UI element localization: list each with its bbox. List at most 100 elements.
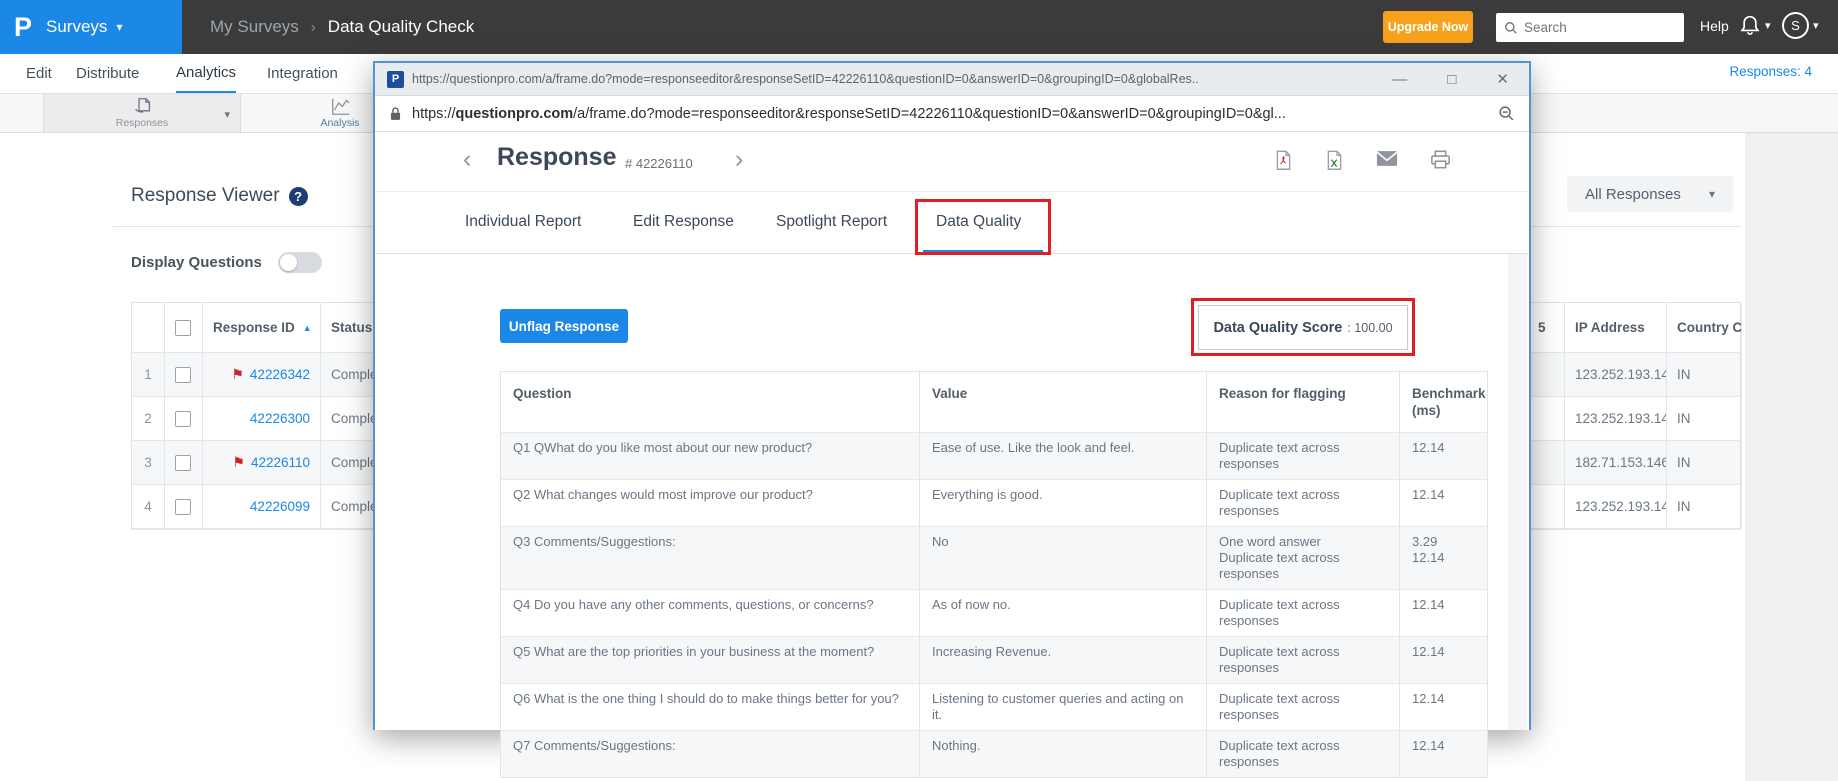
product-switcher[interactable]: P Surveys ▾ (0, 0, 182, 54)
row-checkbox[interactable] (175, 455, 191, 471)
value-cell: Increasing Revenue. (920, 637, 1207, 683)
value-cell: Everything is good. (920, 480, 1207, 526)
reason-cell: One word answer Duplicate text across re… (1207, 527, 1400, 589)
header-question: Question (501, 372, 920, 432)
row-number: 3 (132, 441, 165, 484)
value-cell: As of now no. (920, 590, 1207, 636)
pdf-icon (1274, 150, 1293, 171)
minimize-icon[interactable]: — (1392, 71, 1407, 88)
header-benchmark: Benchmark (ms) (1400, 372, 1489, 432)
row-number: 2 (132, 397, 165, 440)
help-icon[interactable]: ? (289, 187, 308, 206)
data-quality-score-value: : 100.00 (1347, 321, 1392, 335)
account-menu[interactable]: S ▾ (1782, 12, 1819, 39)
tab-individual-report[interactable]: Individual Report (465, 213, 581, 231)
country-cell: IN (1667, 441, 1742, 484)
tab-distribute[interactable]: Distribute (76, 54, 139, 93)
display-questions-toggle[interactable] (278, 252, 322, 273)
tab-spotlight-report[interactable]: Spotlight Report (776, 213, 887, 231)
country-cell: IN (1667, 397, 1742, 440)
response-id-label: # 42226110 (625, 156, 693, 171)
help-link[interactable]: Help (1700, 18, 1729, 34)
header-country[interactable]: Country Co (1667, 303, 1742, 352)
table-row[interactable]: 123.252.193.148 IN (1496, 485, 1740, 529)
notifications-button[interactable]: ▾ (1740, 14, 1771, 36)
responses-count-link[interactable]: Responses: 4 (1729, 64, 1812, 79)
previous-response-button[interactable]: ‹ (463, 145, 471, 174)
zoom-out-icon[interactable] (1498, 105, 1515, 122)
row-number: 1 (132, 353, 165, 396)
search-input[interactable] (1524, 20, 1664, 35)
app-root: P Surveys ▾ My Surveys › Data Quality Ch… (0, 0, 1838, 781)
next-response-button[interactable]: › (735, 145, 743, 174)
country-cell: IN (1667, 353, 1742, 396)
tab-integration[interactable]: Integration (267, 54, 338, 93)
tab-edit[interactable]: Edit (26, 54, 52, 93)
unflag-response-button[interactable]: Unflag Response (500, 309, 628, 343)
print-button[interactable] (1430, 150, 1451, 171)
email-button[interactable] (1376, 150, 1398, 171)
export-pdf-button[interactable] (1274, 150, 1293, 171)
avatar: S (1782, 12, 1809, 39)
flag-icon: ⚑ (231, 366, 244, 383)
table-row: Q4 Do you have any other comments, quest… (501, 589, 1487, 636)
table-row[interactable]: 123.252.193.148 IN (1496, 353, 1740, 397)
table-row: Q1 QWhat do you like most about our new … (501, 432, 1487, 479)
global-search[interactable] (1496, 13, 1684, 42)
search-icon (1504, 21, 1518, 35)
window-titlebar[interactable]: P https://questionpro.com/a/frame.do?mod… (375, 63, 1529, 96)
modal-scrollbar[interactable] (1508, 254, 1527, 730)
all-responses-dropdown[interactable]: All Responses ▾ (1567, 176, 1733, 212)
ip-cell: 123.252.193.148 (1565, 353, 1667, 396)
table-row: Q5 What are the top priorities in your b… (501, 636, 1487, 683)
tab-analytics[interactable]: Analytics (176, 54, 236, 93)
close-icon[interactable]: ✕ (1496, 70, 1509, 88)
maximize-icon[interactable]: □ (1447, 71, 1456, 88)
chevron-down-icon: ▾ (1813, 19, 1819, 32)
tab-edit-response[interactable]: Edit Response (633, 213, 734, 231)
breadcrumb: My Surveys › Data Quality Check (210, 0, 474, 54)
row-checkbox[interactable] (175, 411, 191, 427)
tab-data-quality[interactable]: Data Quality (936, 213, 1021, 231)
question-cell: Q5 What are the top priorities in your b… (501, 637, 920, 683)
benchmark-cell: 12.14 (1400, 433, 1489, 479)
country-cell: IN (1667, 485, 1742, 528)
header-ip-address[interactable]: IP Address (1565, 303, 1667, 352)
table-row: Q2 What changes would most improve our p… (501, 479, 1487, 526)
table-row[interactable]: 123.252.193.148 IN (1496, 397, 1740, 441)
response-id-link[interactable]: 42226342 (250, 367, 310, 382)
row-checkbox[interactable] (175, 499, 191, 515)
header-value: Value (920, 372, 1207, 432)
benchmark-cell: 12.14 (1400, 684, 1489, 730)
toolbar-responses-label: Responses (116, 117, 169, 129)
response-id-link[interactable]: 42226300 (250, 411, 310, 426)
chevron-down-icon[interactable]: ▾ (224, 108, 230, 121)
response-id-link[interactable]: 42226099 (250, 499, 310, 514)
header-response-id[interactable]: Response ID▲ (203, 303, 321, 352)
question-cell: Q2 What changes would most improve our p… (501, 480, 920, 526)
breadcrumb-my-surveys[interactable]: My Surveys (210, 17, 299, 37)
excel-icon (1325, 150, 1344, 171)
responses-table-right: 5 IP Address Country Co 123.252.193.148 … (1495, 302, 1741, 530)
product-label: Surveys (46, 17, 107, 37)
question-cell: Q3 Comments/Suggestions: (501, 527, 920, 589)
ip-cell: 123.252.193.148 (1565, 485, 1667, 528)
table-row[interactable]: 182.71.153.146 IN (1496, 441, 1740, 485)
export-excel-button[interactable] (1325, 150, 1344, 171)
response-editor-window: P https://questionpro.com/a/frame.do?mod… (373, 61, 1531, 730)
address-url: https://questionpro.com/a/frame.do?mode=… (412, 106, 1486, 122)
question-cell: Q4 Do you have any other comments, quest… (501, 590, 920, 636)
response-id-link[interactable]: 42226110 (251, 455, 310, 470)
bell-icon (1740, 14, 1760, 36)
reason-cell: Duplicate text across responses (1207, 731, 1400, 777)
reason-cell: Duplicate text across responses (1207, 684, 1400, 730)
question-cell: Q6 What is the one thing I should do to … (501, 684, 920, 730)
benchmark-cell: 12.14 (1400, 590, 1489, 636)
questionpro-favicon-icon: P (387, 71, 404, 88)
toolbar-responses[interactable]: Responses ▾ (43, 94, 241, 132)
row-checkbox[interactable] (175, 367, 191, 383)
select-all-checkbox[interactable] (175, 320, 191, 336)
address-bar[interactable]: https://questionpro.com/a/frame.do?mode=… (375, 96, 1529, 132)
responses-table-right-header: 5 IP Address Country Co (1496, 303, 1740, 353)
upgrade-now-button[interactable]: Upgrade Now (1383, 11, 1473, 43)
